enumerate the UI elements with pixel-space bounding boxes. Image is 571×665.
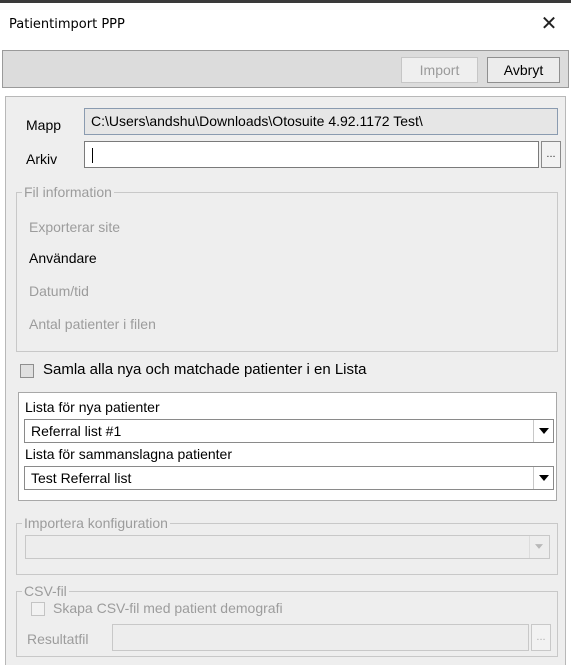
csv-checkbox-label[interactable]: Skapa CSV-fil med patient demografi — [53, 600, 283, 616]
arkiv-label: Arkiv — [26, 151, 58, 167]
dialog-content: Mapp C:\Users\andshu\Downloads\Otosuite … — [5, 96, 566, 665]
mapp-label: Mapp — [26, 117, 62, 133]
exporting-site-label: Exporterar site — [29, 219, 121, 235]
lists-panel: Lista för nya patienter Referral list #1… — [18, 392, 557, 501]
csv-group: CSV-fil Skapa CSV-fil med patient demogr… — [16, 583, 558, 657]
mapp-value: C:\Users\andshu\Downloads\Otosuite 4.92.… — [91, 113, 423, 129]
result-file-label: Resultatfil — [27, 631, 89, 647]
cancel-button[interactable]: Avbryt — [487, 57, 560, 83]
import-config-group: Importera konfiguration — [16, 515, 558, 575]
result-file-browse-button[interactable]: ... — [531, 624, 551, 651]
file-info-group: Fil information Exporterar site Användar… — [16, 184, 558, 352]
mapp-field: C:\Users\andshu\Downloads\Otosuite 4.92.… — [84, 108, 558, 135]
text-caret — [92, 147, 93, 163]
collect-checkbox-label[interactable]: Samla alla nya och matchade patienter i … — [43, 361, 367, 378]
title-bar: Patientimport PPP ✕ — [0, 0, 571, 42]
toolbar: Import Avbryt — [2, 50, 569, 88]
new-patients-list-value: Referral list #1 — [31, 423, 122, 439]
window-title: Patientimport PPP — [9, 17, 125, 32]
chevron-down-icon[interactable] — [533, 420, 553, 442]
user-label: Användare — [29, 250, 97, 266]
merged-patients-list-select[interactable]: Test Referral list — [24, 466, 554, 490]
arkiv-input[interactable] — [84, 141, 539, 168]
collect-checkbox[interactable] — [20, 364, 34, 378]
chevron-down-icon[interactable] — [529, 536, 549, 558]
import-config-select[interactable] — [25, 535, 550, 559]
chevron-down-icon[interactable] — [533, 467, 553, 489]
csv-legend: CSV-fil — [22, 583, 69, 599]
csv-checkbox[interactable] — [31, 602, 45, 616]
result-file-input[interactable] — [112, 624, 529, 651]
merged-patients-list-label: Lista för sammanslagna patienter — [25, 446, 232, 462]
arkiv-browse-button[interactable]: ... — [541, 141, 561, 168]
new-patients-list-select[interactable]: Referral list #1 — [24, 419, 554, 443]
file-info-legend: Fil information — [22, 184, 114, 200]
close-icon[interactable]: ✕ — [537, 12, 561, 36]
patient-count-label: Antal patienter i filen — [29, 316, 156, 332]
merged-patients-list-value: Test Referral list — [31, 470, 132, 486]
new-patients-list-label: Lista för nya patienter — [25, 399, 160, 415]
datetime-label: Datum/tid — [29, 283, 89, 299]
import-config-legend: Importera konfiguration — [22, 515, 170, 531]
import-button[interactable]: Import — [401, 57, 478, 83]
